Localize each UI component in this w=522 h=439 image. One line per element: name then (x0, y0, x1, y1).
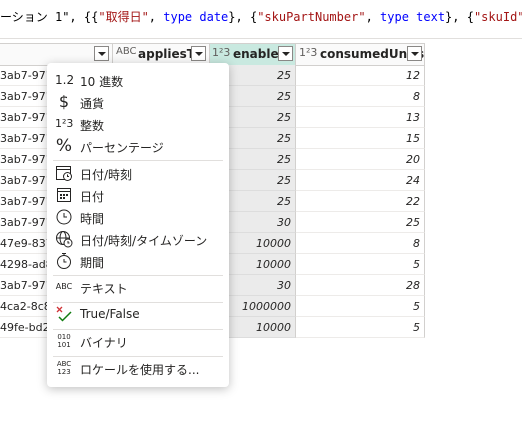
menu-item-label: 期間 (80, 256, 105, 270)
consumed-cell[interactable]: 5 (296, 296, 425, 317)
consumed-cell[interactable]: 24 (296, 170, 425, 191)
menu-item-text[interactable]: ABC テキスト (47, 277, 229, 299)
calendar-clock-icon (55, 164, 73, 182)
id-cell[interactable]: 3ab7-9717 (0, 275, 47, 296)
consumed-cell[interactable]: 12 (296, 65, 425, 86)
menu-item-label: 日付/時刻 (80, 168, 133, 182)
menu-item-locale[interactable]: ABC 123 ロケールを使用する... (47, 358, 229, 380)
consumed-cell[interactable]: 8 (296, 86, 425, 107)
menu-separator (53, 356, 223, 357)
menu-item-time[interactable]: 時間 (47, 207, 229, 229)
menu-item-decimal[interactable]: 1.2 10 進数 (47, 70, 229, 92)
menu-item-percentage[interactable]: % パーセンテージ (47, 136, 229, 158)
menu-item-duration[interactable]: 期間 (47, 251, 229, 273)
menu-item-label: テキスト (80, 282, 128, 296)
id-cell[interactable]: 3ab7-9717 (0, 86, 47, 107)
menu-item-binary[interactable]: 010 101 バイナリ (47, 331, 229, 353)
id-cell[interactable]: 3ab7-9717 (0, 107, 47, 128)
percent-icon: % (55, 136, 73, 156)
column-header-appliesto[interactable]: ABC appliesTo (113, 44, 210, 65)
menu-item-label: 時間 (80, 212, 105, 226)
consumed-cell[interactable]: 5 (296, 317, 425, 338)
menu-item-integer[interactable]: 1²3 整数 (47, 114, 229, 136)
data-type-menu: 1.2 10 進数 $ 通貨 1²3 整数 % パーセンテージ 日付/時刻 日付… (47, 63, 229, 387)
id-cell[interactable]: 4298-ad8 (0, 254, 47, 275)
id-cell[interactable]: 4ca2-8c8c (0, 296, 47, 317)
formula-text[interactable]: ーション 1", {{"取得日", type date}, {"skuPartN… (0, 8, 522, 25)
locale-icon-bottom: 123 (57, 368, 71, 376)
column-header-consumedunits[interactable]: 1²3 consumedUnits (296, 44, 425, 65)
menu-item-label: パーセンテージ (80, 141, 164, 155)
integer-icon: 1²3 (55, 117, 74, 130)
menu-item-label: バイナリ (80, 336, 128, 350)
menu-item-label: True/False (80, 307, 140, 321)
id-cell[interactable]: 3ab7-9717 (0, 170, 47, 191)
id-cell[interactable]: 3ab7-9717 (0, 65, 47, 86)
menu-item-label: 日付 (80, 190, 105, 204)
consumed-cell[interactable]: 13 (296, 107, 425, 128)
id-cell[interactable]: 3ab7-9717 (0, 212, 47, 233)
column-filter-button[interactable] (278, 46, 293, 61)
menu-separator (53, 160, 223, 161)
menu-separator (53, 329, 223, 330)
integer-type-icon[interactable]: 1²3 (299, 46, 317, 59)
consumed-cell[interactable]: 25 (296, 212, 425, 233)
consumed-cell[interactable]: 28 (296, 275, 425, 296)
column-filter-button[interactable] (407, 46, 422, 61)
consumed-cell[interactable]: 8 (296, 233, 425, 254)
id-cell[interactable]: 49fe-bd20 (0, 317, 47, 338)
binary-icon-bottom: 101 (57, 341, 71, 349)
consumed-cell[interactable]: 5 (296, 254, 425, 275)
locale-icon: ABC 123 (55, 359, 73, 377)
binary-icon: 010 101 (55, 332, 73, 350)
id-cell[interactable]: 3ab7-9717 (0, 149, 47, 170)
menu-item-label: 通貨 (80, 97, 105, 111)
id-cell[interactable]: 3ab7-9717 (0, 191, 47, 212)
menu-item-datetimezone[interactable]: 日付/時刻/タイムゾーン (47, 229, 229, 251)
menu-item-date[interactable]: 日付 (47, 185, 229, 207)
consumed-cell[interactable]: 20 (296, 149, 425, 170)
consumed-cell[interactable]: 15 (296, 128, 425, 149)
globe-clock-icon (55, 230, 73, 248)
id-cell[interactable]: 3ab7-9717 (0, 128, 47, 149)
locale-icon-top: ABC (56, 360, 72, 368)
calendar-icon (55, 186, 73, 204)
formula-bar[interactable]: ーション 1", {{"取得日", type date}, {"skuPartN… (0, 0, 522, 39)
menu-item-label: 10 進数 (80, 75, 124, 89)
consumed-cell[interactable]: 22 (296, 191, 425, 212)
column-header-enabled[interactable]: 1²3 enabled (210, 44, 296, 65)
text-type-icon[interactable]: ABC (116, 46, 137, 57)
menu-item-label: ロケールを使用する... (80, 363, 200, 377)
binary-icon-top: 010 (57, 333, 71, 341)
id-cell[interactable]: 47e9-837c (0, 233, 47, 254)
clock-icon (55, 208, 73, 226)
menu-item-label: 日付/時刻/タイムゾーン (80, 234, 208, 248)
menu-item-truefalse[interactable]: True/False (47, 304, 229, 326)
column-filter-button[interactable] (191, 46, 206, 61)
integer-type-icon[interactable]: 1²3 (212, 46, 230, 59)
check-x-icon (55, 305, 73, 323)
menu-item-label: 整数 (80, 119, 105, 133)
menu-item-datetime[interactable]: 日付/時刻 (47, 163, 229, 185)
column-header-id[interactable] (0, 44, 113, 65)
currency-icon: $ (58, 92, 70, 111)
column-filter-button[interactable] (94, 46, 109, 61)
stopwatch-icon (55, 252, 73, 270)
menu-item-currency[interactable]: $ 通貨 (47, 92, 229, 114)
menu-separator (53, 302, 223, 303)
text-type-icon: ABC (55, 282, 73, 291)
decimal-icon: 1.2 (55, 73, 75, 87)
menu-separator (53, 275, 223, 276)
